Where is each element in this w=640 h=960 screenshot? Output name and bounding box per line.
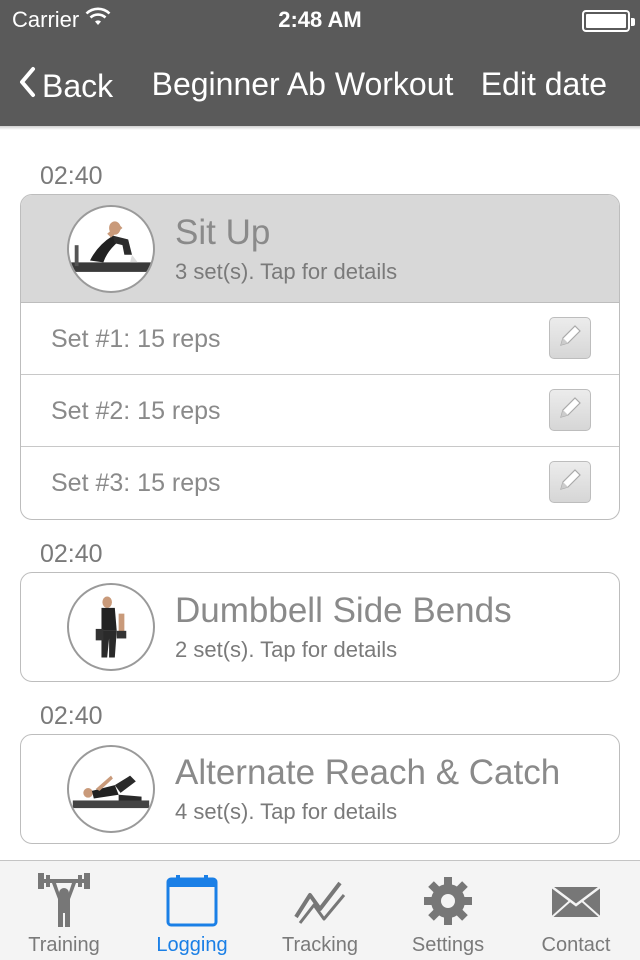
tab-label: Training	[28, 934, 100, 956]
edit-set-button[interactable]	[549, 317, 591, 359]
tab-training[interactable]: Training	[0, 861, 128, 960]
tab-tracking[interactable]: Tracking	[256, 861, 384, 960]
tab-label: Logging	[156, 934, 228, 956]
exercise-name: Dumbbell Side Bends	[175, 591, 512, 630]
set-row: Set #1: 15 reps	[21, 303, 619, 375]
set-row: Set #2: 15 reps	[21, 375, 619, 447]
battery-icon	[582, 10, 635, 32]
edit-date-button[interactable]: Edit date	[481, 66, 607, 103]
tab-bar: Training Logging Tracking Settings Conta…	[0, 860, 640, 960]
exercise-card-header[interactable]: Dumbbell Side Bends 2 set(s). Tap for de…	[21, 573, 619, 681]
exercise-thumbnail	[67, 745, 155, 833]
entry-time: 02:40	[40, 162, 103, 190]
edit-set-button[interactable]	[549, 461, 591, 503]
back-label: Back	[42, 67, 114, 104]
exercise-card-header[interactable]: Sit Up 3 set(s). Tap for details	[21, 195, 619, 303]
tab-label: Tracking	[282, 934, 358, 956]
tab-label: Settings	[411, 934, 485, 956]
workout-log-list[interactable]: 02:40 Sit Up 3 set(s). Tap for details S…	[0, 130, 640, 860]
chart-line-icon	[292, 873, 348, 929]
exercise-subtitle: 3 set(s). Tap for details	[175, 259, 398, 284]
pencil-icon	[557, 395, 583, 426]
exercise-card-header[interactable]: Alternate Reach & Catch 4 set(s). Tap fo…	[21, 735, 619, 843]
status-bar: Carrier 2:48 AM	[0, 0, 640, 40]
exercise-name: Alternate Reach & Catch	[175, 753, 561, 792]
navigation-bar: Back Beginner Ab Workout Edit date	[0, 44, 640, 126]
pencil-icon	[557, 323, 583, 354]
gear-icon	[420, 873, 476, 929]
entry-time: 02:40	[40, 540, 103, 568]
pencil-icon	[557, 467, 583, 498]
chevron-left-icon	[18, 66, 36, 106]
status-time: 2:48 AM	[278, 7, 362, 32]
exercise-card-alternate-reach-catch[interactable]: Alternate Reach & Catch 4 set(s). Tap fo…	[20, 734, 620, 844]
tab-settings[interactable]: Settings	[384, 861, 512, 960]
edit-set-button[interactable]	[549, 389, 591, 431]
exercise-subtitle: 4 set(s). Tap for details	[175, 799, 398, 824]
set-row: Set #3: 15 reps	[21, 447, 619, 519]
set-label: Set #1: 15 reps	[51, 325, 221, 353]
tab-contact[interactable]: Contact	[512, 861, 640, 960]
exercise-thumbnail	[67, 583, 155, 671]
page-title: Beginner Ab Workout	[151, 66, 454, 102]
exercise-name: Sit Up	[175, 213, 271, 252]
tab-label: Contact	[541, 934, 611, 956]
exercise-thumbnail	[67, 205, 155, 293]
weightlifter-icon	[36, 873, 92, 929]
set-label: Set #2: 15 reps	[51, 397, 221, 425]
set-label: Set #3: 15 reps	[51, 469, 221, 497]
back-button[interactable]: Back	[18, 66, 113, 106]
exercise-card-dumbbell-side-bends[interactable]: Dumbbell Side Bends 2 set(s). Tap for de…	[20, 572, 620, 682]
tab-logging[interactable]: Logging	[128, 861, 256, 960]
exercise-subtitle: 2 set(s). Tap for details	[175, 637, 398, 662]
envelope-icon	[548, 873, 604, 929]
exercise-card-sit-up[interactable]: Sit Up 3 set(s). Tap for details Set #1:…	[20, 194, 620, 520]
entry-time: 02:40	[40, 702, 103, 730]
calendar-icon	[164, 873, 220, 929]
header: Carrier 2:48 AM Back Beginner Ab Workout…	[0, 0, 640, 126]
